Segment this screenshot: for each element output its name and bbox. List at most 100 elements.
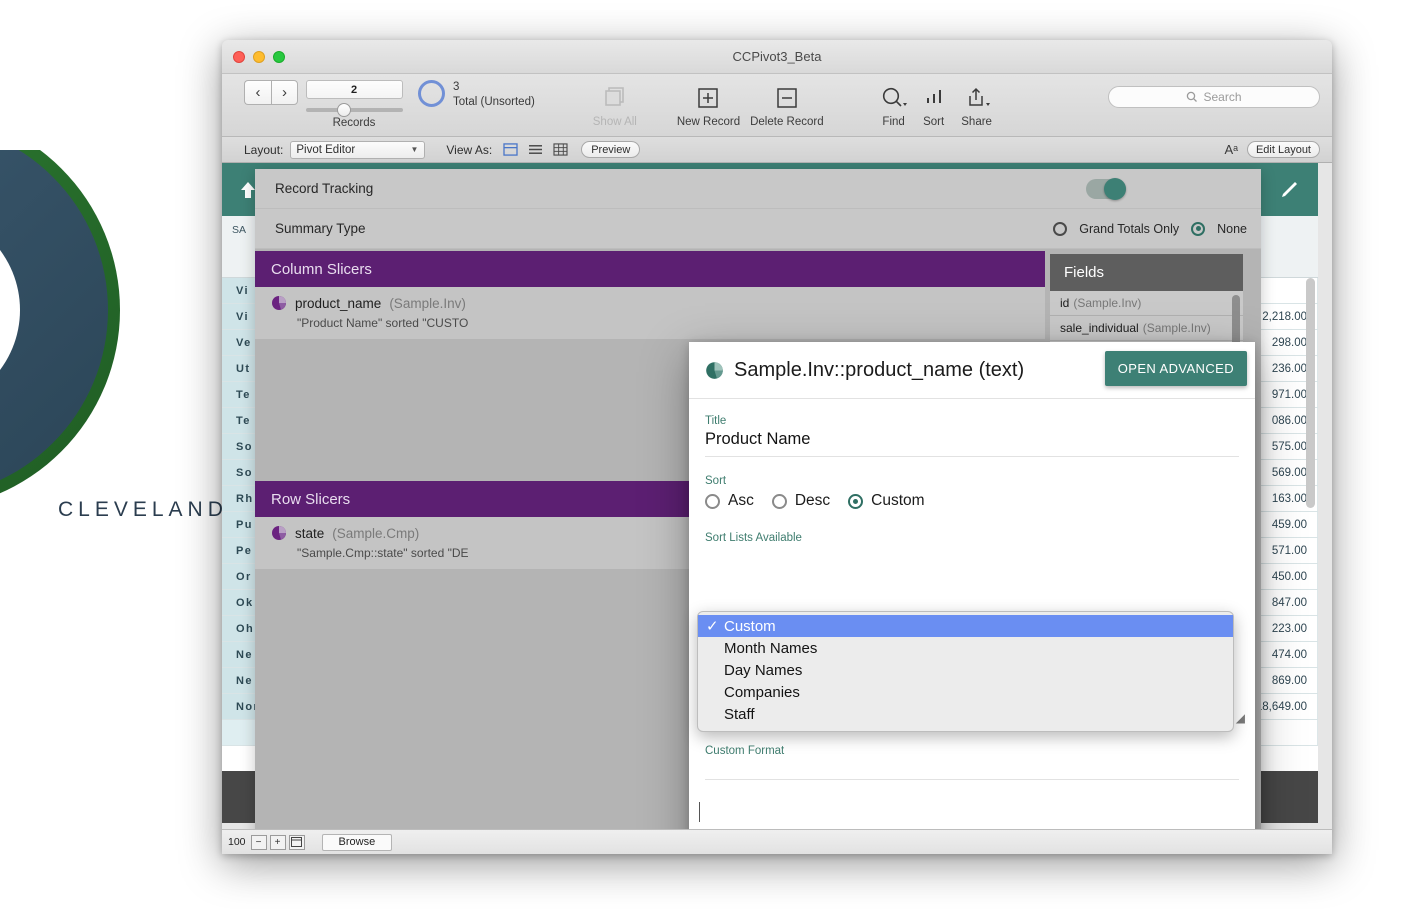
- modal-header: Sample.Inv::product_name (text) OPEN ADV…: [689, 342, 1255, 399]
- dropdown-option-label: Custom: [724, 617, 776, 635]
- zoom-in-button[interactable]: +: [269, 834, 286, 850]
- show-all-button[interactable]: Show All: [585, 83, 645, 128]
- slicer-field-source: (Sample.Inv): [389, 295, 466, 311]
- sort-custom-radio[interactable]: [848, 493, 864, 509]
- slicer-detail: "Product Name" sorted "CUSTO: [297, 316, 469, 330]
- sort-asc-label: Asc: [728, 492, 754, 509]
- search-icon: [1187, 91, 1198, 102]
- window-title: CCPivot3_Beta: [732, 49, 822, 64]
- sort-button[interactable]: Sort: [916, 83, 952, 128]
- open-advanced-button[interactable]: OPEN ADVANCED: [1104, 351, 1247, 386]
- sort-lists-dropdown[interactable]: ✓ Custom Month Names Day Names Companies Staf…: [697, 611, 1234, 732]
- text-size-icon[interactable]: Aᵃ: [1224, 142, 1238, 157]
- plus-square-icon: [695, 83, 721, 113]
- current-record-field[interactable]: 2: [305, 80, 403, 99]
- find-label: Find: [882, 116, 905, 128]
- record-tracking-toggle[interactable]: [1086, 177, 1126, 200]
- viewas-label: View As:: [446, 142, 493, 157]
- browse-mode-button[interactable]: Browse: [321, 833, 393, 851]
- previous-record-button[interactable]: ‹: [244, 80, 271, 105]
- record-slider[interactable]: [305, 102, 403, 117]
- share-icon: [963, 83, 991, 113]
- column-slicers-title: Column Slicers: [255, 251, 1045, 287]
- dropdown-option-label: Month Names: [724, 639, 818, 657]
- none-radio[interactable]: [1191, 221, 1206, 236]
- title-input[interactable]: Product Name: [705, 430, 1239, 457]
- dropdown-option[interactable]: Day Names: [698, 659, 1233, 681]
- find-button[interactable]: Find: [876, 83, 912, 128]
- copy-icon: [602, 83, 628, 113]
- table-header-label: SA: [232, 224, 247, 236]
- resize-handle-icon[interactable]: ◢: [1236, 711, 1245, 725]
- sort-desc-label: Desc: [794, 492, 831, 509]
- layout-label: Layout:: [244, 142, 284, 157]
- table-view-icon[interactable]: [553, 143, 568, 156]
- preview-button[interactable]: Preview: [581, 141, 641, 158]
- sort-asc-option[interactable]: Asc: [705, 492, 754, 510]
- slicer-field-name: product_name: [295, 295, 382, 311]
- list-view-icon[interactable]: [528, 143, 543, 156]
- chevron-down-icon: ▼: [410, 145, 419, 154]
- edit-layout-button[interactable]: Edit Layout: [1246, 141, 1320, 158]
- dropdown-option[interactable]: Companies: [698, 681, 1233, 703]
- summary-type-row[interactable]: Summary Type Grand Totals Only None: [255, 209, 1261, 249]
- dropdown-option[interactable]: Month Names: [698, 637, 1233, 659]
- field-source: (Sample.Inv): [1073, 296, 1142, 310]
- field-list-item[interactable]: id (Sample.Inv): [1050, 291, 1243, 316]
- delete-record-button[interactable]: Delete Record: [750, 83, 824, 128]
- pie-chart-icon: [706, 361, 723, 379]
- layout-select[interactable]: Pivot Editor ▼: [290, 140, 426, 159]
- total-count: 3: [453, 81, 460, 93]
- field-name: id: [1060, 296, 1070, 310]
- field-settings-modal: Sample.Inv::product_name (text) OPEN ADV…: [689, 342, 1255, 854]
- sort-options: Asc Desc Custom: [705, 492, 1239, 510]
- sort-desc-option[interactable]: Desc: [771, 492, 831, 510]
- dropdown-option[interactable]: Staff: [698, 703, 1233, 725]
- modal-body: Title Product Name Sort Asc Desc Custom: [689, 399, 1255, 822]
- dropdown-option[interactable]: ✓ Custom: [698, 615, 1233, 637]
- table-scrollbar[interactable]: [1306, 278, 1315, 508]
- record-navigator: ‹ › 2 Records 3 Total (Unsorted): [244, 80, 535, 129]
- field-name: sale_individual: [1060, 321, 1139, 335]
- window-controls[interactable]: [233, 51, 285, 63]
- summary-type-label: Summary Type: [275, 221, 366, 236]
- form-view-icon[interactable]: [503, 143, 518, 156]
- found-set-pie-icon: [418, 80, 445, 107]
- search-input[interactable]: Search: [1108, 86, 1320, 108]
- grand-totals-only-radio[interactable]: [1053, 221, 1068, 236]
- pie-chart-icon: [272, 526, 286, 540]
- share-button[interactable]: Share: [956, 83, 998, 128]
- bars-icon: [922, 83, 946, 113]
- window-titlebar: CCPivot3_Beta: [222, 40, 1332, 74]
- sort-custom-label: Custom: [871, 492, 925, 509]
- custom-format-caret: [699, 802, 700, 822]
- custom-format-divider: [705, 779, 1239, 780]
- sort-label: Sort: [705, 475, 727, 487]
- sort-desc-radio[interactable]: [771, 493, 787, 509]
- panel-toggle-icon[interactable]: [288, 834, 305, 850]
- field-source: (Sample.Inv): [1142, 321, 1211, 335]
- record-slider-knob[interactable]: [336, 103, 351, 117]
- new-record-button[interactable]: New Record: [677, 83, 740, 128]
- status-bar: 100 − + Browse: [222, 829, 1332, 854]
- minimize-window-button[interactable]: [253, 51, 265, 63]
- total-label: Total (Unsorted): [453, 96, 535, 108]
- show-all-label: Show All: [592, 116, 637, 128]
- slicer-item[interactable]: product_name (Sample.Inv) "Product Name"…: [255, 287, 1045, 340]
- sort-custom-option[interactable]: Custom: [848, 492, 925, 510]
- title-field-label: Title: [705, 415, 727, 427]
- field-list-item[interactable]: sale_individual (Sample.Inv): [1050, 316, 1243, 341]
- close-window-button[interactable]: [233, 51, 245, 63]
- grand-totals-options: Grand Totals Only None: [1053, 221, 1247, 236]
- fields-title: Fields: [1050, 254, 1243, 291]
- next-record-button[interactable]: ›: [271, 80, 298, 105]
- sort-asc-radio[interactable]: [705, 493, 720, 509]
- check-icon: ✓: [706, 618, 719, 635]
- minus-square-icon: [774, 83, 800, 113]
- maximize-window-button[interactable]: [273, 51, 285, 63]
- zoom-out-button[interactable]: −: [250, 834, 267, 850]
- logo-text: CLEVELAND: [58, 498, 228, 521]
- sort-lists-label: Sort Lists Available: [705, 532, 802, 544]
- pencil-icon[interactable]: [1278, 178, 1302, 202]
- record-tracking-row[interactable]: Record Tracking: [255, 169, 1261, 209]
